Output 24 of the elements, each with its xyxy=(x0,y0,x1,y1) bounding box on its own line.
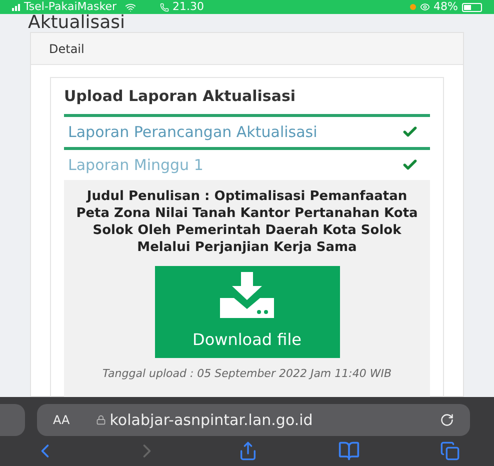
upload-date: Tanggal upload : 05 September 2022 Jam 11:40 WIB xyxy=(102,366,392,382)
url-text: kolabjar-asnpintar.lan.go.id xyxy=(110,410,313,431)
address-bar[interactable]: AA kolabjar-asnpintar.lan.go.id xyxy=(37,404,470,436)
clock-time: 21.30 xyxy=(172,0,204,15)
tabs-icon[interactable] xyxy=(440,441,460,461)
page-title: Aktualisasi xyxy=(28,14,126,32)
signal-icon xyxy=(12,4,20,10)
battery-icon xyxy=(462,2,482,12)
lock-icon xyxy=(96,415,106,425)
card-header: Detail xyxy=(49,40,84,58)
eye-icon xyxy=(420,2,430,12)
bookmarks-icon[interactable] xyxy=(338,440,360,462)
previous-tab-pill[interactable] xyxy=(0,404,25,436)
phone-icon xyxy=(160,2,169,12)
reload-icon[interactable] xyxy=(440,413,454,427)
battery-percent: 48% xyxy=(434,0,458,15)
writing-title: Judul Penulisan : Optimalisasi Pemanfaatan Peta Zona Nilai Tanah Kantor Pertanahan Kota Solok Oleh Pemerintah Daerah Kota Solok Melalui Perjanjian Kerja Sama xyxy=(75,188,419,256)
wifi-icon xyxy=(124,2,136,12)
section-title: Upload Laporan Aktualisasi xyxy=(64,86,296,107)
download-icon xyxy=(218,272,276,320)
share-icon[interactable] xyxy=(238,441,258,461)
download-button[interactable]: Download file xyxy=(154,266,340,358)
text-size-button[interactable]: AA xyxy=(53,411,70,429)
carrier-name: Tsel-PakaiMasker xyxy=(24,0,117,14)
